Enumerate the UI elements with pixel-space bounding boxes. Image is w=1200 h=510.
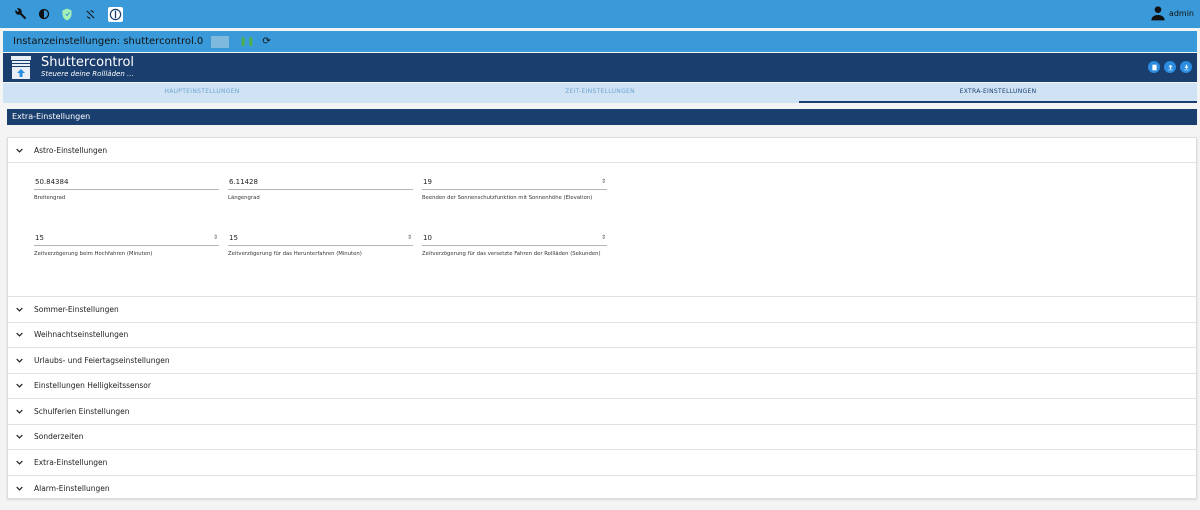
instance-toggle[interactable] [211, 35, 230, 48]
chevron-down-icon [16, 433, 24, 441]
stepper-icon[interactable]: ⇕ [213, 232, 218, 244]
chevron-down-icon [16, 484, 24, 492]
accordion-header-sommer[interactable]: Sommer-Einstellungen [8, 297, 1196, 323]
settings-accordion: Astro-Einstellungen 50.84384 Breitengrad… [7, 137, 1197, 499]
accordion-header-weihnachten[interactable]: Weihnachtseinstellungen [8, 323, 1196, 348]
user-icon [1151, 6, 1165, 21]
accordion-header-extra[interactable]: Extra-Einstellungen [8, 450, 1196, 476]
delay-up-field: 15 ⇕ Zeitverzögerung beim Hochfahren (Min… [34, 232, 219, 258]
adapter-subtitle: Steuere deine Rollläden ... [41, 70, 134, 78]
pause-icon[interactable]: ❚❚ [239, 37, 254, 47]
section-title: Extra-Einstellungen [7, 109, 1197, 125]
chevron-down-icon [16, 407, 24, 415]
chevron-down-icon [16, 146, 24, 154]
accordion-title: Extra-Einstellungen [34, 457, 108, 467]
stepper-icon[interactable]: ⇕ [601, 176, 606, 188]
accordion-body-astro: 50.84384 Breitengrad 6.11428 Längengrad … [8, 163, 1196, 297]
top-toolbar: admin [0, 0, 1200, 28]
download-button[interactable] [1180, 61, 1192, 73]
delay-down-input[interactable]: 15 ⇕ [228, 232, 413, 246]
longitude-field: 6.11428 Längengrad [228, 176, 413, 202]
settings-tabs: HAUPTEINSTELLUNGEN ZEIT-EINSTELLUNGEN EX… [3, 83, 1197, 103]
chevron-down-icon [16, 305, 24, 313]
accordion-title: Sonderzeiten [34, 432, 84, 442]
accordion-header-schulferien[interactable]: Schulferien Einstellungen [8, 399, 1196, 425]
user-menu[interactable]: admin [1150, 5, 1194, 21]
accordion-title: Einstellungen Helligkeitssensor [34, 381, 151, 391]
chevron-down-icon [16, 331, 24, 339]
longitude-input[interactable]: 6.11428 [228, 176, 413, 190]
user-name: admin [1168, 8, 1194, 18]
instance-bar: Instanzeinstellungen: shuttercontrol.0 ❚… [3, 31, 1197, 52]
chevron-down-icon [16, 356, 24, 364]
upload-icon [1167, 64, 1173, 70]
delay-down-label: Zeitverzögerung für das Herunterfahren (… [228, 251, 362, 257]
accordion-title: Astro-Einstellungen [34, 145, 108, 155]
accordion-title: Urlaubs- und Feiertagseinstellungen [34, 355, 170, 365]
delay-up-label: Zeitverzögerung beim Hochfahren (Minuten… [34, 251, 153, 257]
elevation-field: 19 ⇕ Beenden der Sonnenschutzfunktion mit… [422, 176, 607, 202]
contrast-icon[interactable] [37, 7, 51, 21]
adapter-header: Shuttercontrol Steuere deine Rollläden .… [3, 53, 1197, 82]
delay-down-field: 15 ⇕ Zeitverzögerung für das Herunterfahr… [228, 232, 413, 258]
accordion-header-helligkeit[interactable]: Einstellungen Helligkeitssensor [8, 374, 1196, 399]
chevron-down-icon [16, 382, 24, 390]
delay-offset-input[interactable]: 10 ⇕ [422, 232, 607, 246]
sync-icon[interactable] [83, 7, 97, 21]
accordion-title: Schulferien Einstellungen [34, 406, 130, 416]
elevation-input[interactable]: 19 ⇕ [422, 176, 607, 190]
download-icon [1183, 64, 1189, 70]
accordion-header-sonderzeiten[interactable]: Sonderzeiten [8, 425, 1196, 450]
accordion-title: Sommer-Einstellungen [34, 304, 119, 314]
stepper-icon[interactable]: ⇕ [601, 232, 606, 244]
upload-button[interactable] [1164, 61, 1176, 73]
longitude-label: Längengrad [228, 195, 260, 201]
chevron-down-icon [16, 458, 24, 466]
adapter-title: Shuttercontrol [41, 55, 135, 70]
accordion-header-astro[interactable]: Astro-Einstellungen [8, 138, 1196, 163]
latitude-field: 50.84384 Breitengrad [34, 176, 219, 202]
latitude-label: Breitengrad [34, 195, 66, 201]
accordion-title: Weihnachtseinstellungen [34, 330, 129, 340]
tab-zeit-einstellungen[interactable]: ZEIT-EINSTELLUNGEN [401, 83, 799, 103]
accordion-title: Alarm-Einstellungen [34, 483, 110, 493]
book-icon [1151, 64, 1157, 70]
wrench-icon[interactable] [14, 7, 28, 21]
accordion-header-alarm[interactable]: Alarm-Einstellungen [8, 476, 1196, 502]
instance-title: Instanzeinstellungen: shuttercontrol.0 [13, 36, 204, 47]
tab-haupteinstellungen[interactable]: HAUPTEINSTELLUNGEN [3, 83, 401, 103]
iobroker-logo-icon[interactable] [108, 6, 123, 22]
latitude-input[interactable]: 50.84384 [34, 176, 219, 190]
delay-offset-label: Zeitverzögerung für das versetzte Fahren… [422, 251, 601, 257]
accordion-header-urlaub[interactable]: Urlaubs- und Feiertagseinstellungen [8, 348, 1196, 374]
stepper-icon[interactable]: ⇕ [407, 232, 412, 244]
elevation-label: Beenden der Sonnenschutzfunktion mit Son… [422, 195, 593, 201]
delay-up-input[interactable]: 15 ⇕ [34, 232, 219, 246]
delay-offset-field: 10 ⇕ Zeitverzögerung für das versetzte Fa… [422, 232, 607, 258]
tab-extra-einstellungen[interactable]: EXTRA-EINSTELLUNGEN [799, 83, 1197, 103]
reload-icon[interactable]: ⟳ [262, 36, 270, 47]
shutter-logo-icon [11, 55, 31, 79]
help-button[interactable] [1148, 61, 1160, 73]
shield-icon[interactable] [60, 7, 74, 21]
